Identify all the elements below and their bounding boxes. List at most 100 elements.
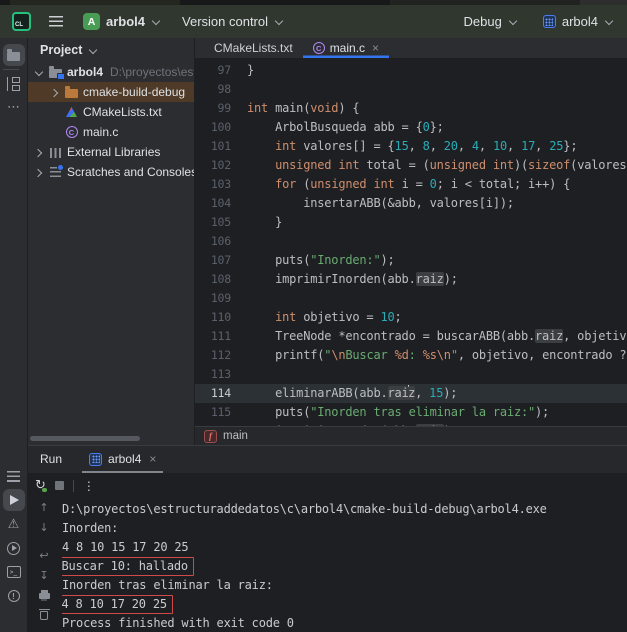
chevron-down-icon[interactable]	[34, 68, 43, 77]
stripe-top-group: ⋯	[3, 43, 25, 119]
build-type-selector[interactable]: Debug	[464, 14, 517, 29]
code-line-content	[247, 80, 627, 99]
code-line-104: 104 insertarABB(&abb, valores[i]);	[195, 194, 627, 213]
softwrap-icon[interactable]: ↩	[39, 549, 48, 562]
line-number: 112	[195, 346, 247, 365]
clear-icon[interactable]	[40, 609, 48, 622]
tree-item-label: CMakeLists.txt	[83, 105, 162, 119]
project-widget[interactable]: A arbol4	[83, 13, 160, 30]
run-panel-body: ↻ ⋮ ↑ ↓ ↩ ↧ D:\proyectos\estructuraddedatos\…	[28, 474, 627, 632]
run-icon[interactable]	[3, 489, 25, 511]
tree-item-label: arbol4	[67, 65, 103, 79]
editor-tab-cmakelists-txt[interactable]: CMakeLists.txt	[199, 38, 303, 58]
breadcrumb-main[interactable]: main	[223, 430, 248, 442]
editor-tabs: CMakeLists.txt main.c ×	[195, 38, 627, 58]
code-line-content: eliminarABB(abb.raiz, 15);	[247, 384, 627, 403]
run-tab-arbol4[interactable]: arbol4 ×	[82, 452, 163, 473]
console-output[interactable]: D:\proyectos\estructuraddedatos\c\arbol4…	[62, 500, 627, 632]
code-line-97: 97}	[195, 61, 627, 80]
code-line-content: puts("Inorden:");	[247, 251, 627, 270]
tree-item-label: cmake-build-debug	[83, 85, 185, 99]
run-config-label: arbol4	[562, 14, 598, 29]
red-annotation-box: Buscar 10: hallado	[62, 557, 194, 576]
rerun-icon[interactable]: ↻	[35, 479, 46, 492]
clion-logo-icon[interactable]: CL	[12, 12, 31, 31]
code-line-content	[247, 365, 627, 384]
chevron-right-icon[interactable]	[34, 148, 43, 157]
vcs-label: Version control	[182, 14, 268, 29]
line-number: 115	[195, 403, 247, 422]
code-line-content: insertarABB(&abb, valores[i]);	[247, 194, 627, 213]
close-icon[interactable]: ×	[372, 42, 379, 54]
divider-icon	[73, 480, 74, 492]
line-number: 102	[195, 156, 247, 175]
code-line-content: }	[247, 213, 627, 232]
close-icon[interactable]: ×	[149, 453, 156, 465]
stop-icon[interactable]	[55, 481, 64, 490]
function-icon: f	[204, 430, 217, 443]
error-icon[interactable]	[3, 585, 25, 607]
editor: CMakeLists.txt main.c × 97}9899int main(vo…	[195, 38, 627, 445]
project-avatar: A	[83, 13, 100, 30]
code-line-content: int valores[] = {15, 8, 20, 4, 10, 17, 2…	[247, 137, 627, 156]
c-file-icon	[64, 126, 79, 138]
code-area[interactable]: 97}9899int main(void) {100 ArbolBusqueda…	[195, 58, 627, 426]
project-panel-header[interactable]: Project	[28, 38, 194, 62]
chevron-right-icon[interactable]	[34, 168, 43, 177]
project-name: arbol4	[106, 14, 145, 29]
run-config-selector[interactable]: arbol4	[543, 14, 613, 29]
chevron-right-icon[interactable]	[50, 88, 59, 97]
terminal-icon[interactable]	[3, 561, 25, 583]
code-line-content: unsigned int total = (unsigned int)(size…	[247, 156, 627, 175]
tree-chevron-slot	[32, 168, 44, 177]
chevron-down-icon	[151, 17, 160, 26]
main-toolbar: CL A arbol4 Version control Debug arbol4	[0, 5, 627, 38]
structure-icon[interactable]	[3, 73, 25, 95]
project-horizontal-scrollbar[interactable]	[30, 436, 140, 441]
down-icon[interactable]: ↓	[39, 521, 48, 534]
tree-item-cmakelists-txt[interactable]: CMakeLists.txt	[28, 102, 194, 122]
line-number: 103	[195, 175, 247, 194]
c-file-icon	[313, 42, 325, 54]
editor-tab-label: main.c	[330, 41, 365, 55]
code-line-content: printf("\nBuscar %d: %s\n", objetivo, en…	[247, 346, 627, 365]
project-folder-icon[interactable]	[3, 44, 25, 66]
print-icon[interactable]	[39, 589, 50, 602]
line-number: 108	[195, 270, 247, 289]
project-panel-title: Project	[40, 43, 82, 57]
code-line-113: 113	[195, 365, 627, 384]
code-line-112: 112 printf("\nBuscar %d: %s\n", objetivo…	[195, 346, 627, 365]
up-icon[interactable]: ↑	[39, 501, 48, 514]
tree-item-main-c[interactable]: main.c	[28, 122, 194, 142]
line-number: 109	[195, 289, 247, 308]
editor-tab-main-c[interactable]: main.c ×	[303, 38, 389, 58]
console-line-2: Inorden:	[62, 519, 627, 538]
project-tool-window: Project arbol4D:\proyectos\estructur cmak…	[28, 38, 195, 445]
main-menu-icon[interactable]	[49, 16, 63, 28]
breadcrumbs-bar: f main	[195, 426, 627, 445]
code-line-100: 100 ArbolBusqueda abb = {0};	[195, 118, 627, 137]
tree-item-external-libraries[interactable]: External Libraries	[28, 142, 194, 162]
tree-item-scratches-and-consoles[interactable]: Scratches and Consoles	[28, 162, 194, 182]
problems-icon[interactable]: ⚠	[3, 513, 25, 535]
tree-chevron-slot	[48, 88, 60, 97]
lines-icon[interactable]	[3, 465, 25, 487]
app-icon	[543, 15, 556, 28]
code-line-101: 101 int valores[] = {15, 8, 20, 4, 10, 1…	[195, 137, 627, 156]
console-line-6: 4 8 10 17 20 25	[62, 595, 627, 614]
more-h-icon[interactable]: ⋯	[3, 96, 25, 118]
app-icon	[89, 453, 102, 466]
run-panel-title: Run	[40, 452, 62, 473]
tree-item-label: External Libraries	[67, 145, 160, 159]
tree-item-arbol4[interactable]: arbol4D:\proyectos\estructur	[28, 62, 194, 82]
services-icon[interactable]	[3, 537, 25, 559]
red-annotation-box: 4 8 10 17 20 25	[62, 595, 173, 614]
kebab-icon[interactable]: ⋮	[83, 480, 95, 492]
folder-excluded-icon	[64, 87, 79, 98]
vcs-widget[interactable]: Version control	[182, 14, 283, 29]
console-line-5: Inorden tras eliminar la raiz:	[62, 576, 627, 595]
console-line-1: D:\proyectos\estructuraddedatos\c\arbol4…	[62, 500, 627, 519]
code-line-content: puts("Inorden tras eliminar la raiz:");	[247, 403, 627, 422]
scrollend-icon[interactable]: ↧	[39, 569, 48, 582]
tree-item-cmake-build-debug[interactable]: cmake-build-debug	[28, 82, 194, 102]
